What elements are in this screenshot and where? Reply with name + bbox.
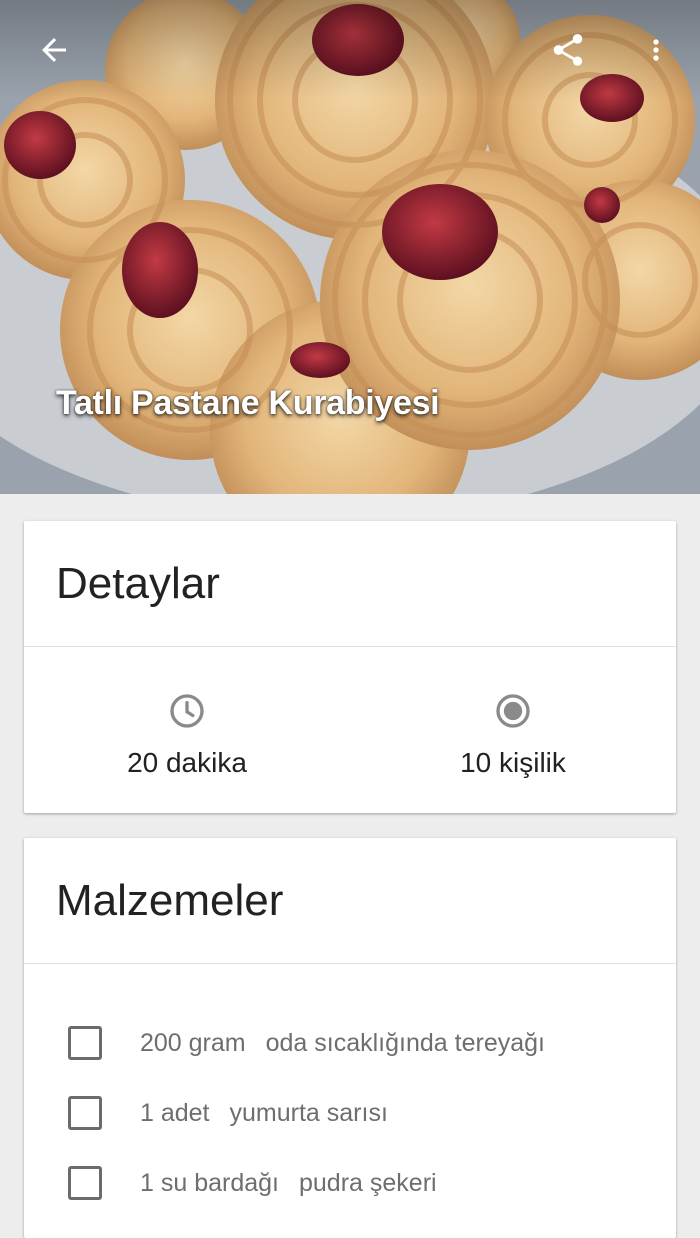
more-vert-icon [653,39,659,61]
radio-circle-icon [496,694,530,728]
back-button[interactable] [26,22,82,78]
clock-icon [170,694,204,728]
more-options-button[interactable] [628,22,684,78]
servings-text: 10 kişilik [460,747,566,778]
ingredient-item[interactable]: 1 su bardağı pudra şekeri [24,1148,676,1218]
ingredient-checkbox[interactable] [68,1096,102,1130]
ingredient-name: oda sıcaklığında tereyağı [265,1028,545,1057]
ingredient-checkbox[interactable] [68,1166,102,1200]
ingredient-item[interactable]: 1 adet yumurta sarısı [24,1078,676,1148]
recipe-title: Tatlı Pastane Kurabiyesi [56,384,440,422]
ingredient-quantity: 200 gram [140,1028,246,1057]
ingredients-list: 200 gram oda sıcaklığında tereyağı 1 ade… [24,964,676,1218]
servings-detail: 10 kişilik [350,647,676,812]
ingredient-name: yumurta sarısı [229,1098,388,1127]
ingredient-quantity: 1 su bardağı [140,1168,279,1197]
recipe-hero-image: Tatlı Pastane Kurabiyesi [0,0,700,494]
ingredient-checkbox[interactable] [68,1026,102,1060]
ingredients-title: Malzemeler [24,838,676,964]
details-body: 20 dakika 10 kişilik [24,647,676,812]
details-title: Detaylar [24,521,676,647]
duration-detail: 20 dakika [24,647,350,812]
ingredient-name: pudra şekeri [299,1168,437,1197]
ingredients-card: Malzemeler 200 gram oda sıcaklığında ter… [24,838,676,1238]
ingredient-item[interactable]: 200 gram oda sıcaklığında tereyağı [24,1008,676,1078]
share-button[interactable] [540,22,596,78]
share-icon [553,34,583,66]
duration-text: 20 dakika [127,747,247,778]
details-card: Detaylar 20 dakika 10 kişilik [24,521,676,813]
ingredient-quantity: 1 adet [140,1098,210,1127]
arrow-back-icon [42,38,66,62]
